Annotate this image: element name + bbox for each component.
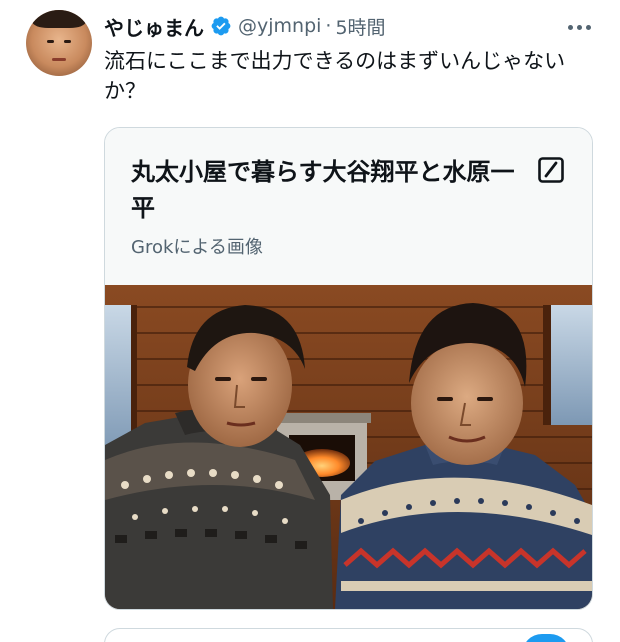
separator-dot: · — [325, 15, 332, 37]
avatar-hair — [32, 10, 86, 28]
avatar-eye-right — [64, 40, 71, 43]
more-dot — [585, 24, 591, 30]
card-header: 丸太小屋で暮らす大谷翔平と水原一平 Grokによる画像 — [105, 128, 592, 285]
generated-image[interactable] — [105, 285, 592, 609]
avatar-mouth — [52, 58, 66, 61]
verified-badge-icon — [211, 16, 231, 36]
more-icon[interactable] — [562, 14, 596, 40]
more-dot — [567, 24, 573, 30]
display-name[interactable]: やじゅまん — [104, 12, 204, 41]
next-card[interactable] — [104, 628, 593, 642]
tweet-header: やじゅまん @yjmnpi · 5時間 — [104, 12, 386, 40]
avatar-eye-left — [47, 40, 54, 43]
more-dot — [576, 24, 582, 30]
avatar[interactable] — [26, 10, 92, 76]
timestamp[interactable]: 5時間 — [335, 13, 385, 40]
edit-icon[interactable] — [537, 156, 565, 184]
tweet-text: 流石にここまで出力できるのはまずいんじゃないか？ — [104, 49, 566, 103]
handle[interactable]: @yjmnpi — [238, 15, 321, 37]
tweet[interactable]: やじゅまん @yjmnpi · 5時間 流石にここまで出力できるのはまずいんじゃ… — [0, 0, 620, 642]
card-title: 丸太小屋で暮らす大谷翔平と水原一平 — [131, 158, 515, 222]
card-subtitle: Grokによる画像 — [131, 237, 263, 258]
grok-image-card[interactable]: 丸太小屋で暮らす大谷翔平と水原一平 Grokによる画像 — [104, 127, 593, 610]
